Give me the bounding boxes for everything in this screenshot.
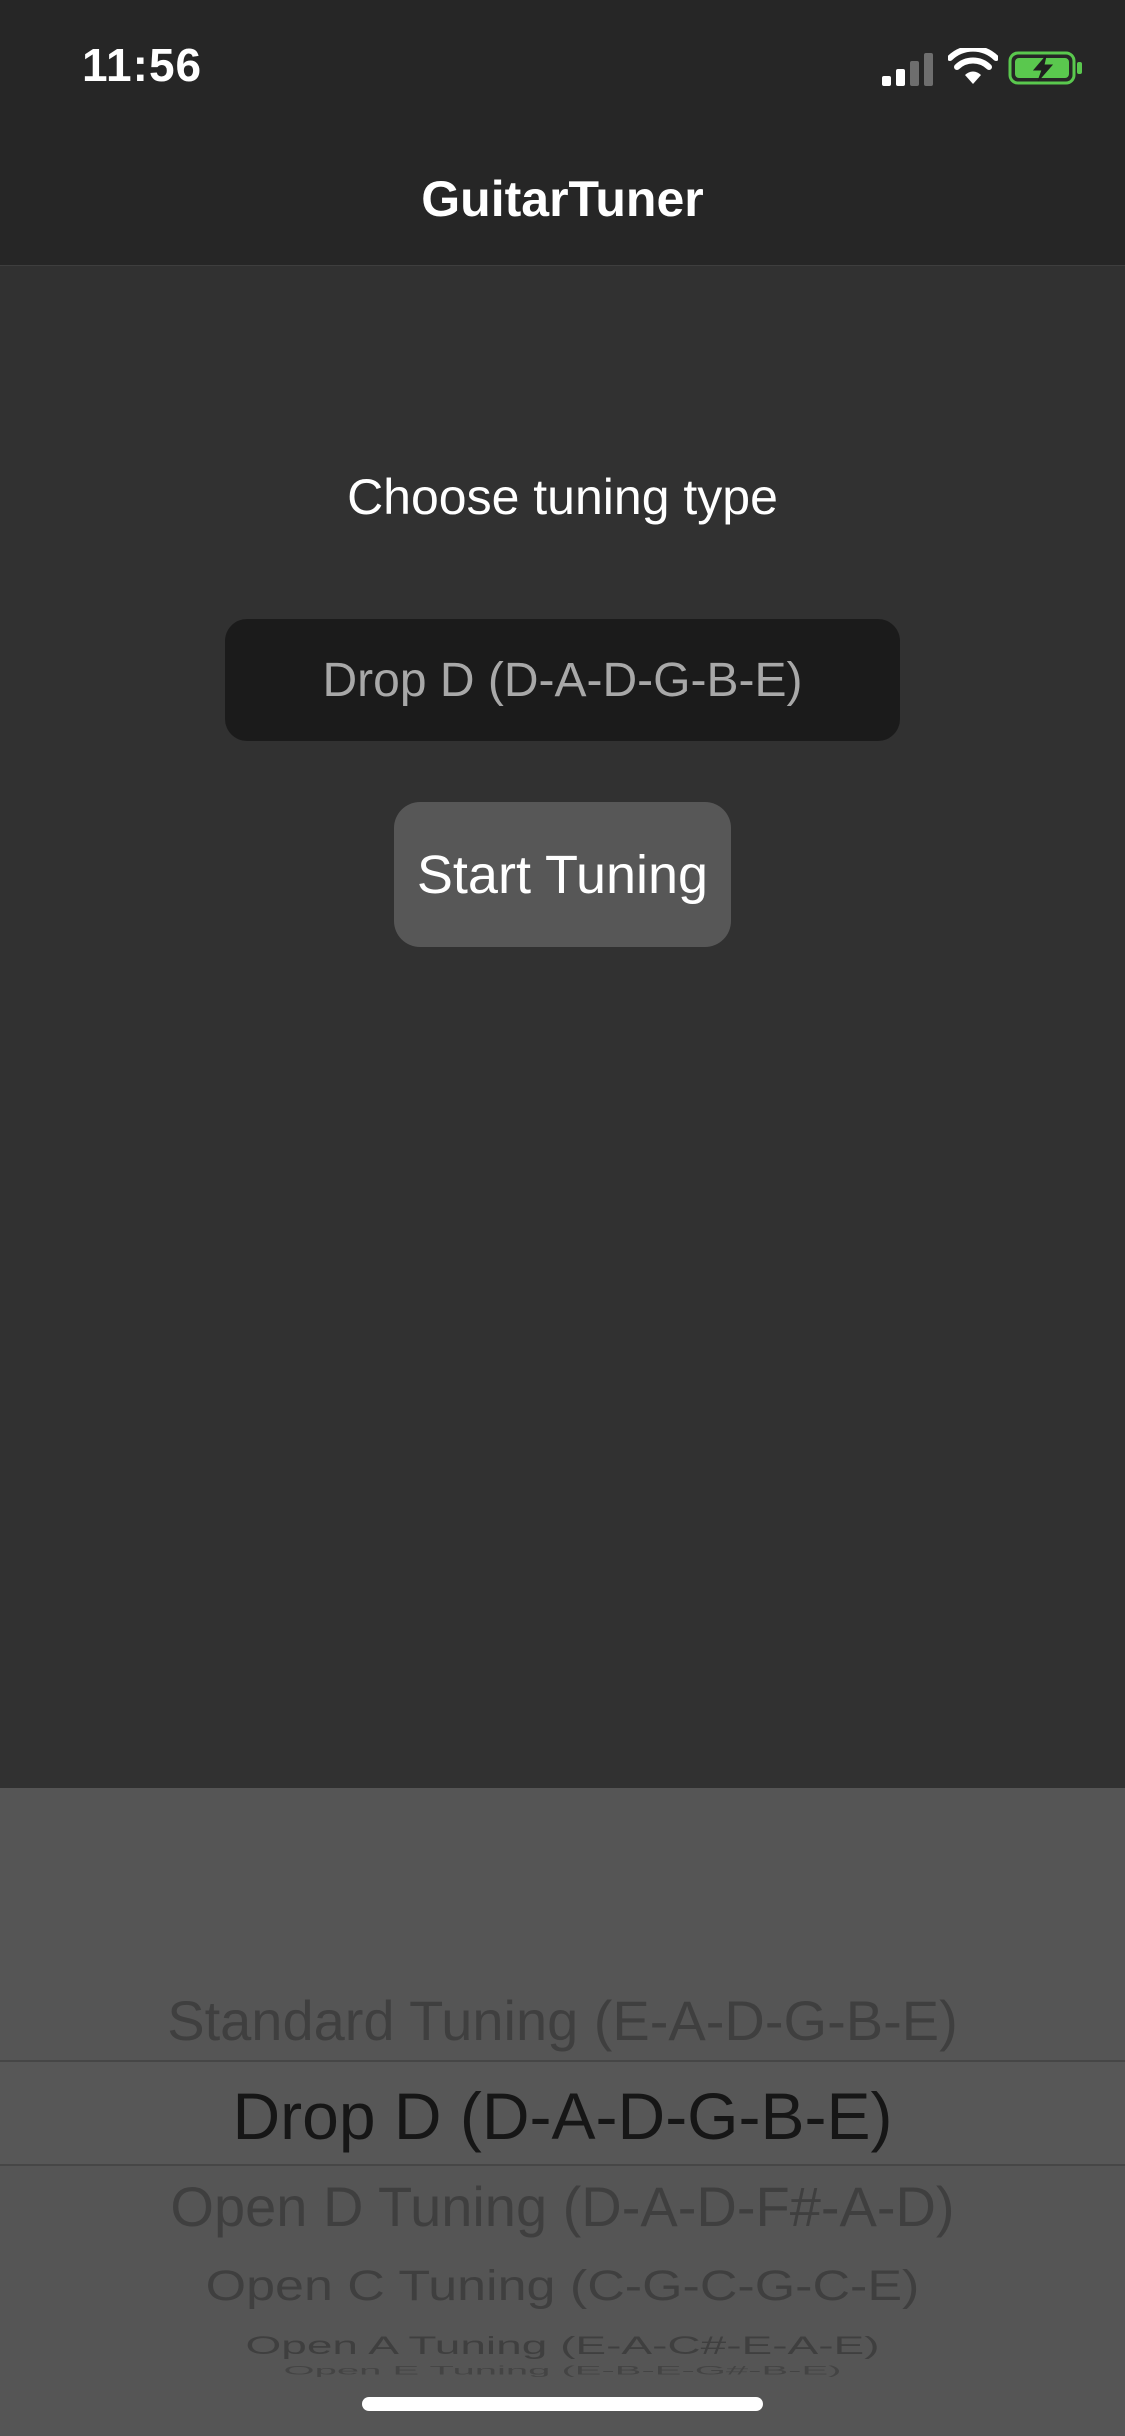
tuning-type-field[interactable] — [225, 619, 900, 741]
start-tuning-button[interactable]: Start Tuning — [394, 802, 731, 947]
picker-option[interactable]: Open A Tuning (E-A-C#-E-A-E) — [0, 2330, 1125, 2360]
home-indicator[interactable] — [362, 2397, 763, 2411]
navigation-bar: GuitarTuner — [0, 132, 1125, 266]
signal-icon — [882, 53, 933, 86]
picker-option-selected[interactable]: Drop D (D-A-D-G-B-E) — [0, 2078, 1125, 2154]
tuning-prompt-label: Choose tuning type — [347, 469, 778, 525]
status-time: 11:56 — [82, 39, 203, 91]
nav-title: GuitarTuner — [421, 171, 704, 227]
main-content: Choose tuning type Start Tuning — [0, 266, 1125, 1788]
picker-option[interactable]: Open E Tuning (E-B-E-G#-B-E) — [0, 2364, 1125, 2378]
wifi-icon — [948, 48, 998, 84]
picker-option[interactable]: Open D Tuning (D-A-D-F#-A-D) — [0, 2174, 1125, 2239]
battery-charging-icon — [1008, 51, 1082, 85]
status-bar: 11:56 — [0, 0, 1125, 132]
picker-option[interactable]: Open C Tuning (C-G-C-G-C-E) — [0, 2261, 1125, 2310]
picker-option[interactable]: Standard Tuning (E-A-D-G-B-E) — [0, 1988, 1125, 2053]
tuning-picker[interactable]: Standard Tuning (E-A-D-G-B-E) Drop D (D-… — [0, 1788, 1125, 2436]
